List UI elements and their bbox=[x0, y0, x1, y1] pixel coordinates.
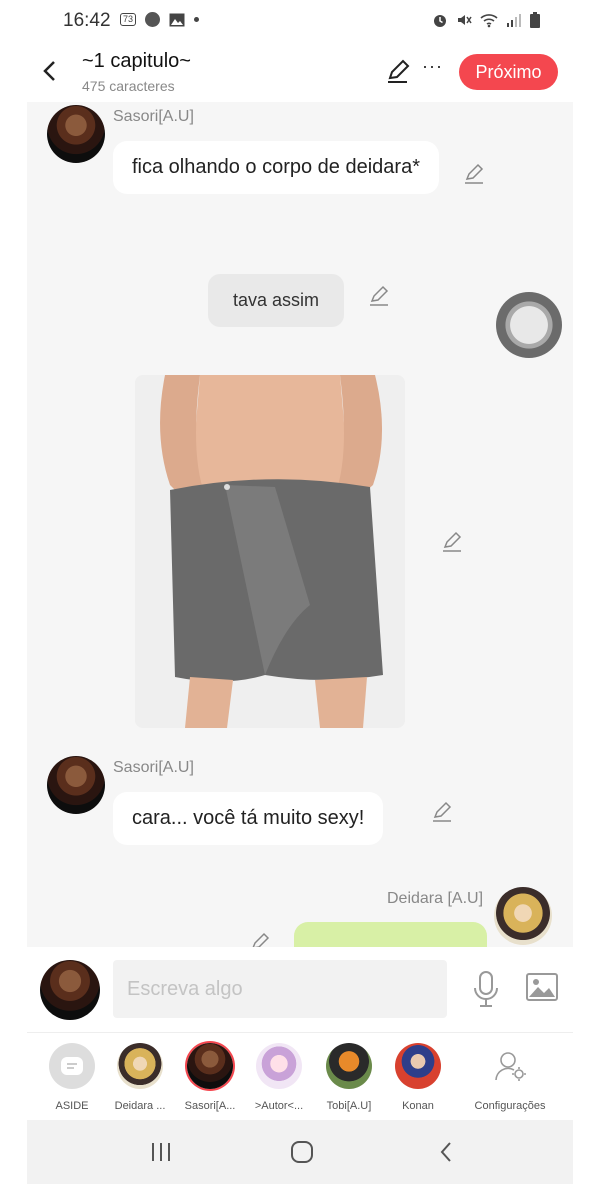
character-label: Tobi[A.U] bbox=[326, 1100, 372, 1112]
character-label: Deidara ... bbox=[114, 1100, 166, 1112]
composer bbox=[27, 947, 573, 1033]
status-bar: 16:42 73 bbox=[0, 0, 600, 40]
message-image[interactable] bbox=[135, 375, 405, 728]
voice-button[interactable] bbox=[471, 969, 501, 1009]
recent-apps-icon bbox=[152, 1143, 170, 1161]
character-label: ASIDE bbox=[55, 1100, 89, 1112]
edit-message-button[interactable] bbox=[249, 932, 271, 947]
character-label: Sasori[A... bbox=[184, 1100, 236, 1112]
signal-icon bbox=[507, 14, 521, 27]
speaker-name: Deidara [A.U] bbox=[387, 890, 484, 907]
speaker-name: Sasori[A.U] bbox=[113, 108, 194, 125]
pencil-icon bbox=[388, 59, 410, 83]
pencil-icon bbox=[370, 285, 389, 306]
character-avatar bbox=[187, 1043, 233, 1089]
notification-badge: 73 bbox=[120, 13, 137, 26]
photo-image bbox=[135, 375, 405, 728]
more-notifications-icon bbox=[194, 17, 200, 22]
settings-avatar bbox=[487, 1043, 533, 1089]
character-avatar bbox=[256, 1043, 302, 1089]
pencil-icon bbox=[443, 531, 462, 552]
chat-bubble-icon bbox=[61, 1057, 83, 1075]
character-deidara[interactable]: Deidara ... bbox=[107, 1043, 173, 1112]
wifi-icon bbox=[480, 14, 498, 28]
character-label: >Autor<... bbox=[254, 1100, 304, 1112]
edit-message-button[interactable] bbox=[463, 163, 485, 185]
assistive-touch-button[interactable] bbox=[496, 292, 562, 358]
status-system-icons bbox=[432, 12, 540, 28]
narration-bubble[interactable]: tava assim bbox=[208, 274, 344, 327]
more-options-button[interactable]: ··· bbox=[422, 56, 443, 77]
image-icon bbox=[526, 973, 558, 1001]
status-notifications: 73 bbox=[120, 12, 200, 27]
avatar-deidara[interactable] bbox=[494, 887, 552, 945]
chapter-title: ~1 capitulo~ bbox=[82, 50, 191, 72]
speaker-name: Sasori[A.U] bbox=[113, 759, 194, 776]
character-label: Configurações bbox=[474, 1100, 546, 1112]
user-settings-icon bbox=[495, 1052, 526, 1081]
message-bubble[interactable]: cara... você tá muito sexy! bbox=[113, 792, 384, 845]
edit-title-button[interactable] bbox=[385, 58, 411, 84]
recent-apps-button[interactable] bbox=[146, 1138, 176, 1166]
chevron-left-icon bbox=[43, 61, 55, 81]
aside-avatar bbox=[49, 1043, 95, 1089]
pencil-icon bbox=[252, 932, 270, 947]
next-button[interactable]: Próximo bbox=[459, 54, 558, 90]
microphone-icon bbox=[474, 971, 498, 1007]
battery-icon bbox=[530, 12, 540, 28]
pencil-icon bbox=[465, 163, 484, 184]
character-avatar bbox=[395, 1043, 441, 1089]
character-label: Konan bbox=[402, 1100, 434, 1112]
home-icon bbox=[291, 1141, 313, 1163]
system-back-button[interactable] bbox=[431, 1138, 461, 1166]
character-tobi[interactable]: Tobi[A.U] bbox=[316, 1043, 382, 1112]
record-icon bbox=[145, 12, 161, 27]
chat-area[interactable]: Sasori[A.U] fica olhando o corpo de deid… bbox=[27, 102, 573, 947]
avatar-sasori[interactable] bbox=[47, 105, 105, 163]
mute-icon bbox=[458, 15, 472, 25]
back-button[interactable] bbox=[36, 56, 62, 86]
message-bubble[interactable] bbox=[294, 922, 487, 947]
message-input[interactable] bbox=[113, 960, 447, 1018]
character-autor[interactable]: >Autor<... bbox=[246, 1043, 312, 1112]
avatar-sasori[interactable] bbox=[47, 756, 105, 814]
status-time: 16:42 bbox=[63, 10, 111, 31]
system-nav-bar bbox=[27, 1120, 573, 1184]
pencil-icon bbox=[433, 801, 452, 822]
character-avatar bbox=[117, 1043, 163, 1089]
gallery-icon bbox=[169, 13, 185, 26]
edit-message-button[interactable] bbox=[441, 531, 463, 553]
home-button[interactable] bbox=[287, 1138, 317, 1166]
edit-message-button[interactable] bbox=[431, 801, 453, 823]
character-settings[interactable]: Configurações bbox=[464, 1043, 556, 1112]
character-sasori[interactable]: Sasori[A... bbox=[177, 1043, 243, 1112]
character-bar: ASIDE Deidara ... Sasori[A... >Autor<...… bbox=[27, 1034, 573, 1120]
add-image-button[interactable] bbox=[525, 971, 559, 1003]
alarm-icon bbox=[434, 15, 446, 27]
back-arrow-icon bbox=[440, 1142, 451, 1162]
header: ~1 capitulo~ 475 caracteres ··· Próximo bbox=[0, 40, 600, 102]
current-character-avatar[interactable] bbox=[40, 960, 100, 1020]
character-konan[interactable]: Konan bbox=[385, 1043, 451, 1112]
character-aside[interactable]: ASIDE bbox=[39, 1043, 105, 1112]
edit-message-button[interactable] bbox=[368, 285, 390, 307]
character-avatar bbox=[326, 1043, 372, 1089]
message-bubble[interactable]: fica olhando o corpo de deidara* bbox=[113, 141, 439, 194]
character-count: 475 caracteres bbox=[82, 78, 175, 94]
